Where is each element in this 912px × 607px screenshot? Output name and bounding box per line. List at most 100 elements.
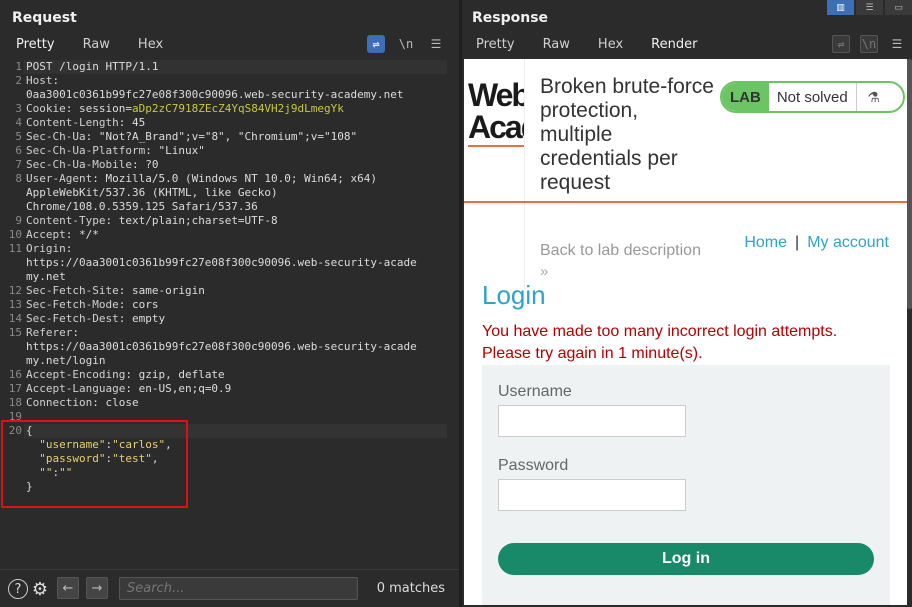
logo-underline bbox=[468, 145, 524, 147]
username-label: Username bbox=[498, 383, 572, 400]
username-input[interactable] bbox=[498, 405, 686, 437]
line-number: 9 bbox=[15, 214, 22, 227]
newline-icon[interactable]: \n bbox=[860, 35, 878, 53]
code-line: Accept: */* bbox=[26, 228, 99, 241]
tab-hex[interactable]: Hex bbox=[124, 36, 177, 58]
tab-raw[interactable]: Raw bbox=[529, 36, 584, 58]
login-form: Username Password Log in bbox=[482, 365, 890, 605]
code-line: POST /login HTTP/1.1 bbox=[26, 60, 159, 73]
menu-icon[interactable]: ☰ bbox=[888, 35, 906, 53]
tab-pretty[interactable]: Pretty bbox=[2, 36, 69, 61]
request-tabs: Pretty Raw Hex bbox=[2, 36, 177, 61]
line-number: 6 bbox=[15, 144, 22, 157]
line-number: 5 bbox=[15, 130, 22, 143]
response-pane: Response ▥ ☰ ▭ Pretty Raw Hex Render ⇌ \… bbox=[462, 0, 912, 607]
code-line: User-Agent: Mozilla/5.0 (Windows NT 10.0… bbox=[26, 172, 378, 185]
line-number: 14 bbox=[8, 312, 22, 325]
web-security-academy-logo: WebAcademy bbox=[468, 79, 524, 145]
menu-icon[interactable]: ☰ bbox=[427, 35, 445, 53]
tab-hex[interactable]: Hex bbox=[584, 36, 637, 58]
line-number: 11 bbox=[8, 242, 22, 255]
code-line: my.net/login bbox=[26, 354, 106, 367]
request-pane: Request Pretty Raw Hex ⇌ \n ☰ 1 POST /log… bbox=[0, 0, 459, 607]
match-count: 0 matches bbox=[376, 581, 445, 596]
word-wrap-icon[interactable]: ⇌ bbox=[367, 35, 385, 53]
line-number: 17 bbox=[8, 382, 22, 395]
line-number: 4 bbox=[15, 116, 22, 129]
layout-stacked-icon[interactable]: ☰ bbox=[856, 0, 883, 15]
tab-pretty[interactable]: Pretty bbox=[462, 36, 529, 58]
lab-title: Broken brute-force protection, multiple … bbox=[540, 75, 714, 194]
password-input[interactable] bbox=[498, 479, 686, 511]
response-scrollbar[interactable] bbox=[907, 59, 912, 605]
lab-status-badge: LAB Not solved ⚗ bbox=[720, 81, 905, 113]
lab-status: Not solved bbox=[769, 83, 857, 111]
login-button[interactable]: Log in bbox=[498, 543, 874, 575]
code-line: Sec-Ch-Ua: "Not?A_Brand";v="8", "Chromiu… bbox=[26, 130, 358, 143]
line-number: 7 bbox=[15, 158, 22, 171]
page-heading: Login bbox=[482, 280, 546, 310]
layout-single-icon[interactable]: ▭ bbox=[885, 0, 912, 15]
code-line: Content-Length: 45 bbox=[26, 116, 146, 129]
code-line: https://0aa3001c0361b99fc27e08f300c90096… bbox=[26, 256, 417, 269]
line-number: 1 bbox=[15, 60, 22, 73]
code-line: Sec-Fetch-Site: same-origin bbox=[26, 284, 205, 297]
layout-switcher: ▥ ☰ ▭ bbox=[827, 0, 912, 15]
home-link[interactable]: Home bbox=[744, 234, 787, 251]
line-number: 12 bbox=[8, 284, 22, 297]
response-tabs: Pretty Raw Hex Render bbox=[462, 36, 711, 61]
line-number: 3 bbox=[15, 102, 22, 115]
code-line: Referer: bbox=[26, 326, 79, 339]
word-wrap-icon[interactable]: ⇌ bbox=[832, 35, 850, 53]
top-navigation: Home | My account bbox=[744, 234, 889, 252]
line-number: 15 bbox=[8, 326, 22, 339]
code-line: https://0aa3001c0361b99fc27e08f300c90096… bbox=[26, 340, 417, 353]
code-line: my.net bbox=[26, 270, 66, 283]
double-chevron-icon: » bbox=[540, 263, 549, 280]
back-to-lab-link[interactable]: Back to lab description bbox=[540, 242, 701, 260]
code-line: Sec-Fetch-Dest: empty bbox=[26, 312, 166, 325]
code-line: Accept-Language: en-US,en;q=0.9 bbox=[26, 382, 232, 395]
newline-icon[interactable]: \n bbox=[397, 35, 415, 53]
code-line: AppleWebKit/537.36 (KHTML, like Gecko) bbox=[26, 186, 278, 199]
previous-match-button[interactable]: ← bbox=[57, 577, 79, 599]
code-line: Content-Type: text/plain;charset=UTF-8 bbox=[26, 214, 278, 227]
header-divider bbox=[524, 59, 525, 289]
layout-side-by-side-icon[interactable]: ▥ bbox=[827, 0, 854, 15]
highlight-annotation-box bbox=[1, 420, 188, 508]
line-number: 18 bbox=[8, 396, 22, 409]
line-number: 10 bbox=[8, 228, 22, 241]
request-toolbar: ⇌ \n ☰ bbox=[367, 35, 445, 53]
code-line: Sec-Fetch-Mode: cors bbox=[26, 298, 159, 311]
tab-raw[interactable]: Raw bbox=[69, 36, 124, 58]
flask-icon: ⚗ bbox=[867, 88, 880, 105]
scrollbar-thumb[interactable] bbox=[907, 59, 912, 309]
code-line: Chrome/108.0.5359.125 Safari/537.36 bbox=[26, 200, 258, 213]
password-label: Password bbox=[498, 457, 569, 474]
my-account-link[interactable]: My account bbox=[807, 234, 889, 251]
header-orange-rule bbox=[464, 201, 907, 203]
line-number: 2 bbox=[15, 74, 22, 87]
rendered-page: WebAcademy Broken brute-force protection… bbox=[464, 59, 907, 605]
help-icon[interactable]: ? bbox=[8, 579, 28, 599]
code-line: Origin: bbox=[26, 242, 73, 255]
line-number: 8 bbox=[15, 172, 22, 185]
response-title: Response bbox=[472, 10, 549, 26]
search-input[interactable] bbox=[119, 577, 358, 600]
search-bar: ? ⚙ ← → 0 matches bbox=[0, 569, 459, 607]
code-line: 0aa3001c0361b99fc27e08f300c90096.web-sec… bbox=[26, 88, 404, 101]
tab-render[interactable]: Render bbox=[637, 36, 711, 61]
request-scrollbar[interactable] bbox=[449, 59, 457, 569]
code-line: Sec-Ch-Ua-Platform: "Linux" bbox=[26, 144, 205, 157]
request-title: Request bbox=[12, 10, 77, 26]
gear-icon[interactable]: ⚙ bbox=[30, 579, 50, 600]
response-toolbar: ⇌ \n ☰ bbox=[832, 35, 906, 53]
code-line: Cookie: session=aDp2zC7918ZEcZ4YqS84VH2j… bbox=[26, 102, 344, 115]
nav-separator: | bbox=[795, 234, 800, 251]
next-match-button[interactable]: → bbox=[86, 577, 108, 599]
code-line: Host: bbox=[26, 74, 60, 87]
line-number: 13 bbox=[8, 298, 22, 311]
code-line: Sec-Ch-Ua-Mobile: ?0 bbox=[26, 158, 159, 171]
line-number: 16 bbox=[8, 368, 22, 381]
code-line: Connection: close bbox=[26, 396, 139, 409]
